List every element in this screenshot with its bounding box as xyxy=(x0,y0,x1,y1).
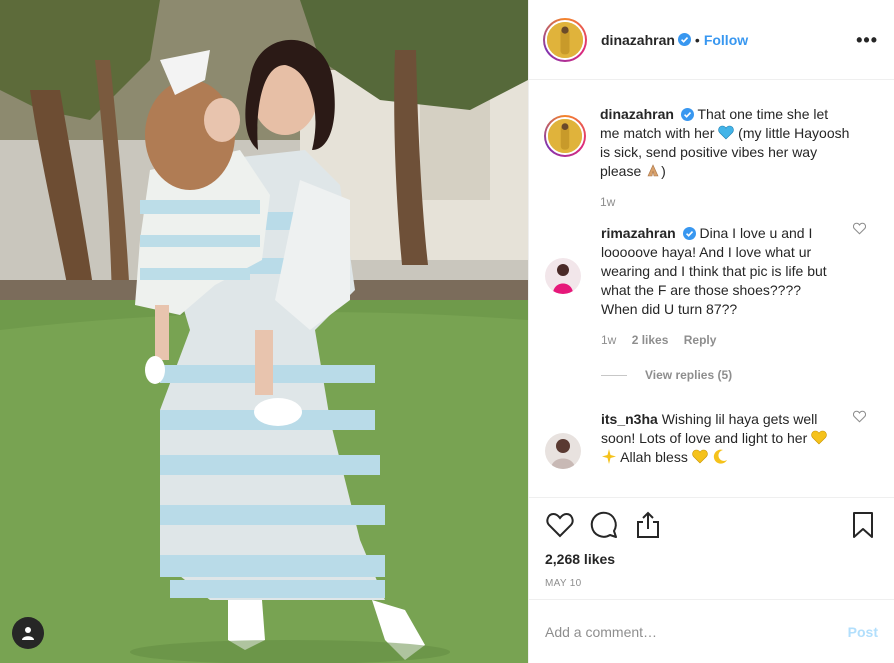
yellow-heart-emoji xyxy=(811,430,827,445)
add-comment-bar: Post xyxy=(529,599,894,663)
like-comment-heart-icon[interactable] xyxy=(853,222,866,235)
comment-username[interactable]: rimazahran xyxy=(601,225,676,241)
sparkles-emoji xyxy=(602,449,616,464)
yellow-heart-emoji xyxy=(692,449,708,464)
post-header: dinazahran • Follow ••• xyxy=(529,0,894,80)
comments-list[interactable]: dinazahran That one time she let me matc… xyxy=(529,81,894,497)
bookmark-icon[interactable] xyxy=(848,510,878,540)
caption-username[interactable]: dinazahran xyxy=(600,106,674,122)
comment-item: its_n3ha Wishing lil haya gets well soon… xyxy=(545,382,878,469)
comment-text-2: Allah bless xyxy=(620,449,688,465)
view-replies-button[interactable]: View replies (5) xyxy=(601,368,878,382)
likes-count[interactable]: 2,268 likes xyxy=(545,551,878,567)
commenter-avatar[interactable] xyxy=(545,258,581,294)
post-actions: 2,268 likes MAY 10 xyxy=(529,497,894,599)
verified-badge-icon xyxy=(682,227,696,240)
view-replies-line xyxy=(601,374,627,376)
post-date[interactable]: MAY 10 xyxy=(545,578,878,589)
post-photo[interactable] xyxy=(0,0,528,663)
follow-button[interactable]: Follow xyxy=(704,32,748,48)
like-heart-icon[interactable] xyxy=(545,510,575,540)
blue-heart-emoji xyxy=(718,125,734,140)
post-comment-button[interactable]: Post xyxy=(848,624,878,640)
post-side-panel: dinazahran • Follow ••• dinazahran That … xyxy=(528,0,894,663)
caption: dinazahran That one time she let me matc… xyxy=(544,81,878,212)
commenter-avatar[interactable] xyxy=(545,433,581,469)
caption-time[interactable]: 1w xyxy=(600,195,615,209)
photo-illustration xyxy=(0,0,528,663)
user-tag-icon xyxy=(22,627,34,640)
author-avatar-image xyxy=(547,21,583,58)
comment-time[interactable]: 1w xyxy=(601,333,616,347)
view-replies-label: View replies (5) xyxy=(645,368,733,382)
verified-badge-icon xyxy=(677,33,691,46)
caption-avatar-image xyxy=(548,119,582,153)
comment-likes[interactable]: 2 likes xyxy=(632,333,669,347)
separator-dot: • xyxy=(694,31,700,48)
share-icon[interactable] xyxy=(633,510,663,540)
add-comment-input[interactable] xyxy=(545,623,848,640)
comment-item: rimazahran Dina I love u and I looooove … xyxy=(545,212,878,350)
comment-icon[interactable] xyxy=(589,510,619,540)
author-username[interactable]: dinazahran xyxy=(601,32,675,48)
like-comment-heart-icon[interactable] xyxy=(853,410,866,423)
caption-avatar[interactable] xyxy=(544,115,586,157)
more-options-icon[interactable]: ••• xyxy=(856,31,878,49)
caption-text-3: ) xyxy=(661,163,666,179)
user-tag-button[interactable] xyxy=(12,617,44,649)
folded-hands-emoji xyxy=(647,164,659,177)
author-avatar[interactable] xyxy=(543,17,587,62)
verified-badge-icon xyxy=(680,108,694,121)
comment-username[interactable]: its_n3ha xyxy=(601,411,658,427)
reply-button[interactable]: Reply xyxy=(684,333,717,347)
crescent-moon-emoji xyxy=(713,449,727,464)
